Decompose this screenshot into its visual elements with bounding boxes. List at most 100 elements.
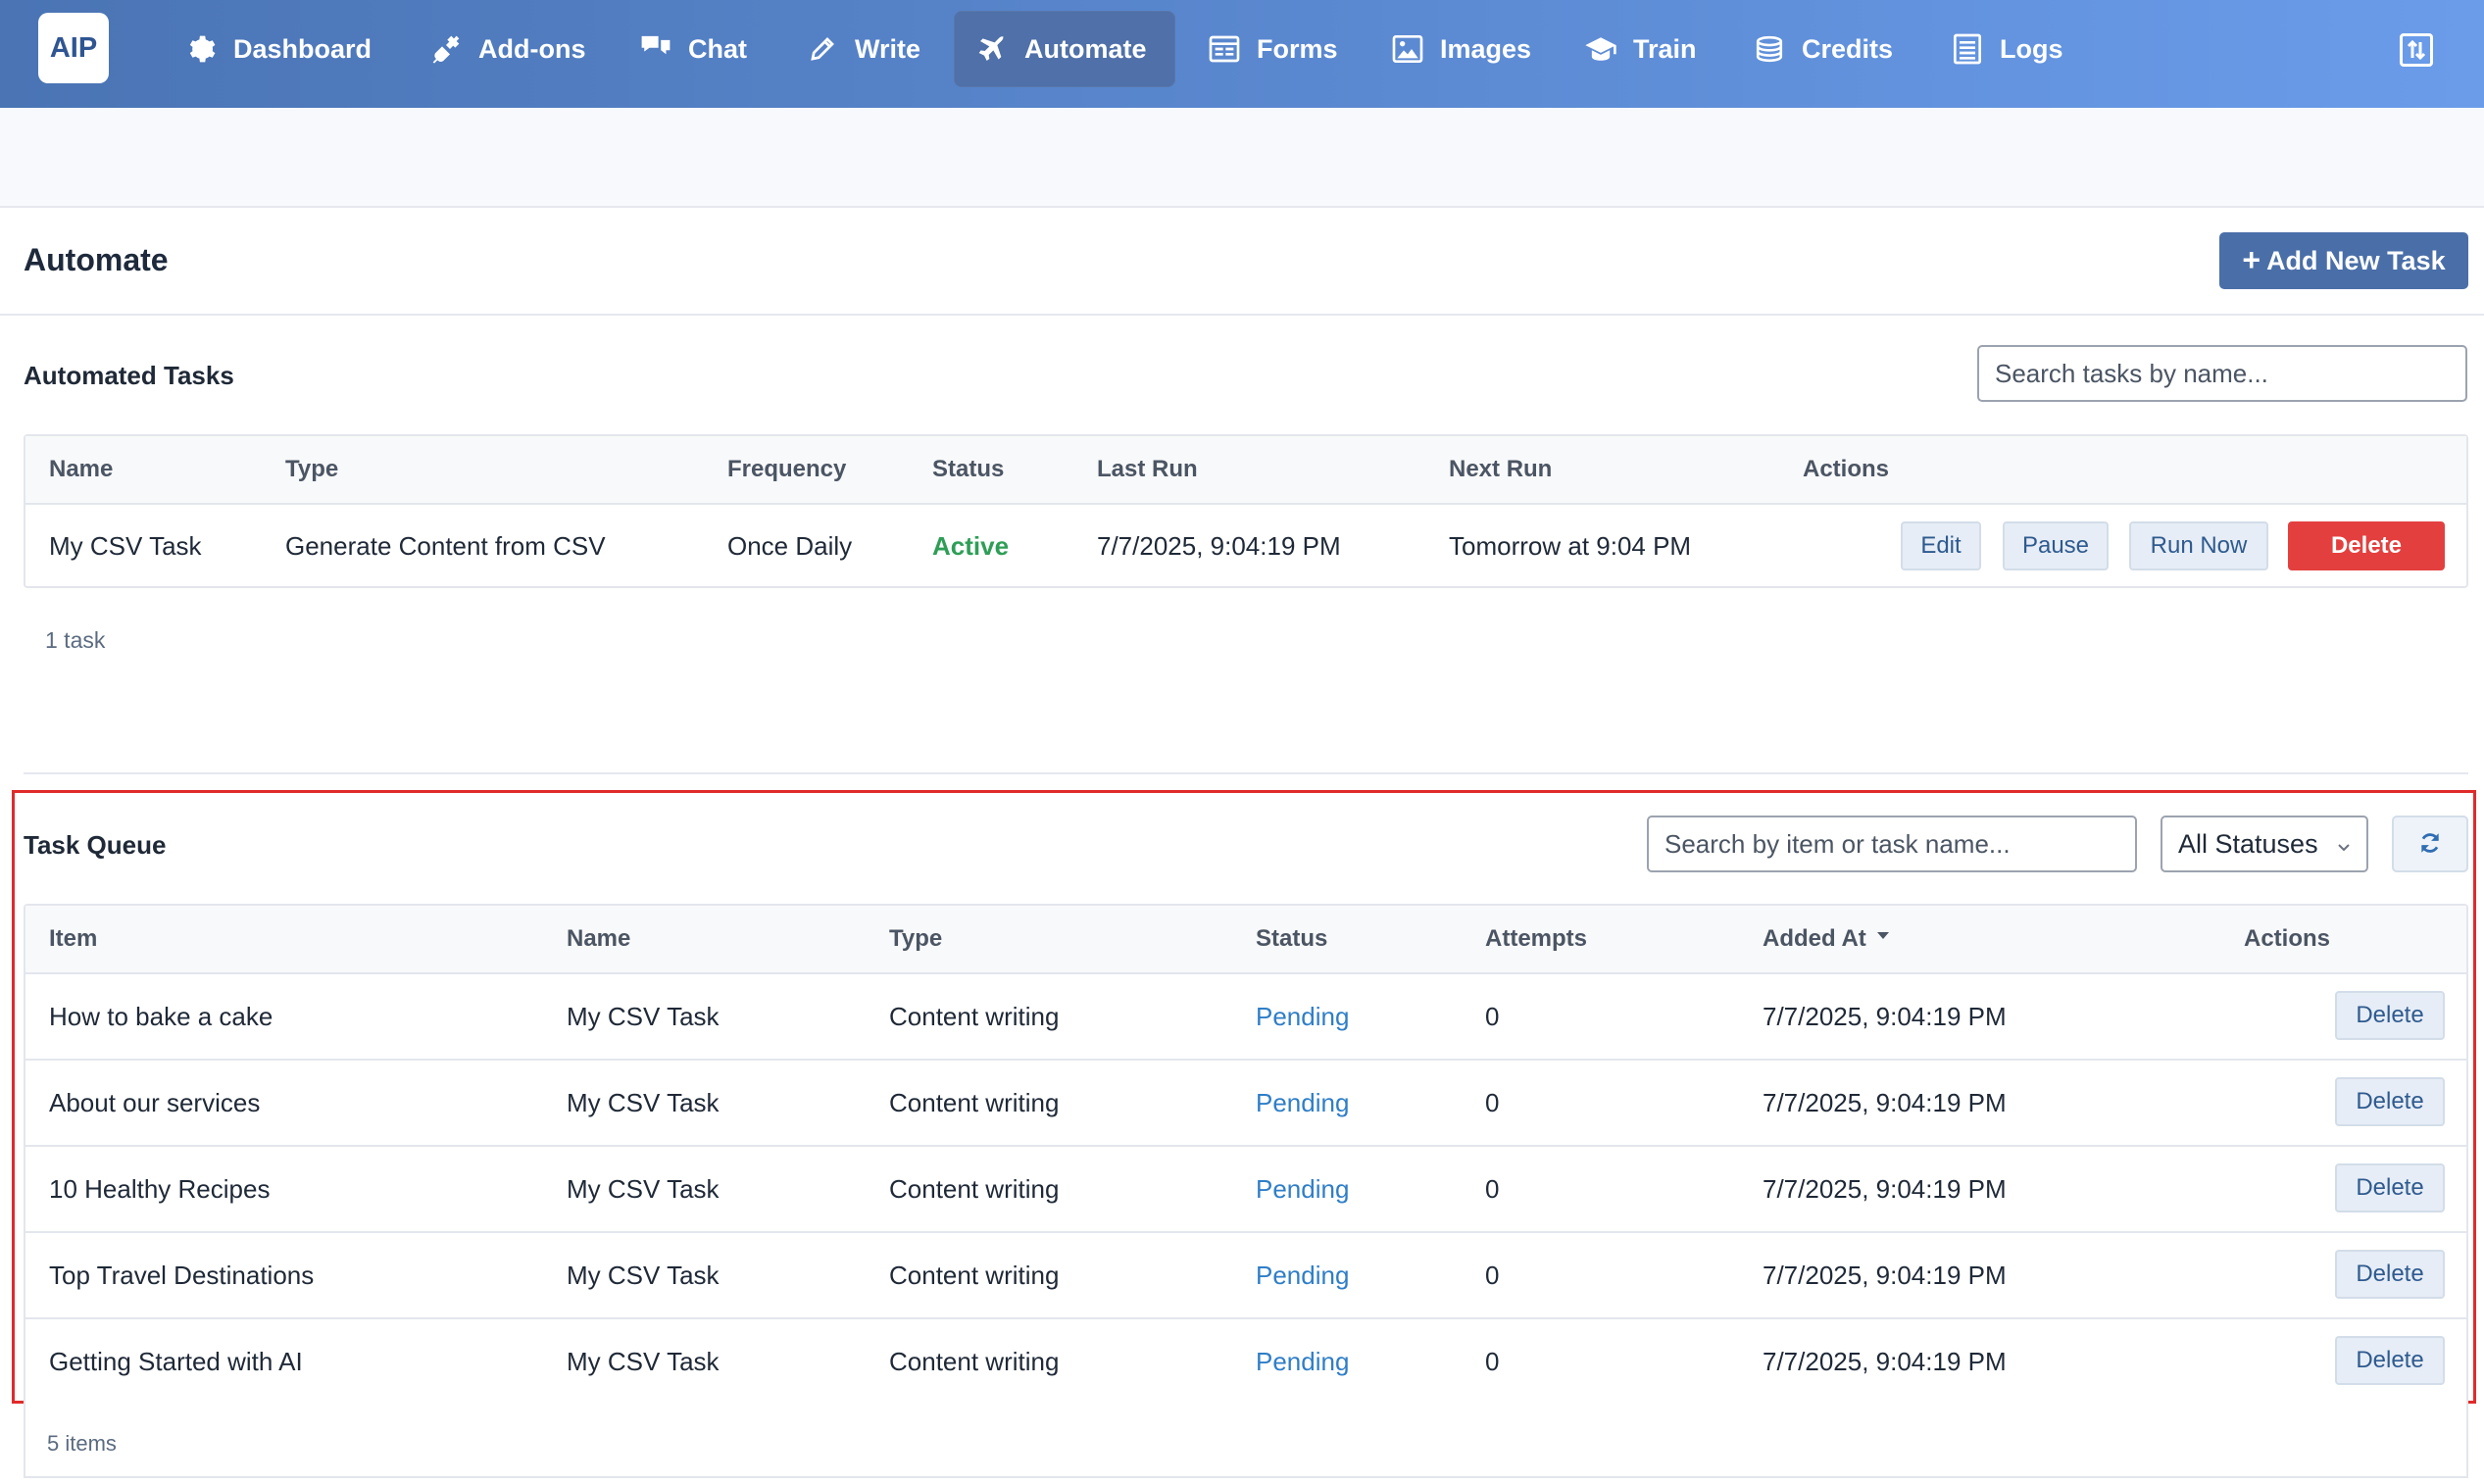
chevron-down-icon — [2337, 829, 2351, 860]
nav-label: Logs — [2000, 33, 2063, 64]
run-now-button[interactable]: Run Now — [2129, 521, 2268, 570]
sort-toggle-icon[interactable] — [2400, 33, 2433, 67]
col-name[interactable]: Name — [567, 906, 630, 972]
queue-added-at: 7/7/2025, 9:04:19 PM — [1763, 1347, 2007, 1376]
queue-search-input[interactable] — [1647, 816, 2137, 872]
status-badge: Pending — [1256, 1174, 1350, 1204]
delete-queue-item-button[interactable]: Delete — [2335, 1163, 2445, 1212]
status-badge: Pending — [1256, 1347, 1350, 1376]
nav-images[interactable]: Images — [1369, 11, 1553, 87]
task-name: My CSV Task — [49, 531, 202, 561]
queue-type: Content writing — [889, 1088, 1060, 1117]
queue-attempts: 0 — [1485, 1261, 1500, 1290]
queue-added-at: 7/7/2025, 9:04:19 PM — [1763, 1088, 2007, 1117]
col-actions: Actions — [2244, 925, 2331, 952]
queue-attempts: 0 — [1485, 1002, 1500, 1031]
section-divider — [24, 772, 2468, 774]
col-frequency[interactable]: Frequency — [727, 436, 846, 503]
status-badge: Pending — [1256, 1002, 1350, 1031]
nav-credits[interactable]: Credits — [1731, 11, 1914, 87]
col-added-at[interactable]: Added At — [1763, 906, 1890, 972]
col-item[interactable]: Item — [49, 906, 97, 972]
task-queue-title: Task Queue — [24, 830, 167, 860]
col-status[interactable]: Status — [932, 436, 1004, 503]
table-row: 10 Healthy Recipes My CSV Task Content w… — [25, 1147, 2466, 1233]
nav-label: Credits — [1802, 33, 1894, 64]
status-filter-select[interactable]: All Statuses — [2161, 816, 2368, 872]
delete-queue-item-button[interactable]: Delete — [2335, 1336, 2445, 1385]
table-row: Top Travel Destinations My CSV Task Cont… — [25, 1233, 2466, 1319]
col-type[interactable]: Type — [285, 436, 338, 503]
table-footer — [24, 1404, 2468, 1478]
queue-attempts: 0 — [1485, 1347, 1500, 1376]
sort-desc-icon — [1876, 900, 1890, 966]
nav-label: Train — [1633, 33, 1697, 64]
nav-label: Dashboard — [233, 33, 373, 64]
col-next-run[interactable]: Next Run — [1449, 436, 1552, 503]
col-name[interactable]: Name — [49, 436, 113, 503]
delete-queue-item-button[interactable]: Delete — [2335, 1250, 2445, 1299]
queue-type: Content writing — [889, 1261, 1060, 1290]
delete-queue-item-button[interactable]: Delete — [2335, 1077, 2445, 1126]
nav-label: Chat — [688, 33, 747, 64]
table-row: Getting Started with AI My CSV Task Cont… — [25, 1319, 2466, 1404]
nav-label: Add-ons — [478, 33, 586, 64]
delete-queue-item-button[interactable]: Delete — [2335, 991, 2445, 1040]
page-title: Automate — [24, 242, 169, 277]
queue-item: 10 Healthy Recipes — [49, 1174, 271, 1204]
status-badge: Pending — [1256, 1088, 1350, 1117]
table-row: How to bake a cake My CSV Task Content w… — [25, 974, 2466, 1061]
task-type: Generate Content from CSV — [285, 531, 606, 561]
queue-added-at: 7/7/2025, 9:04:19 PM — [1763, 1174, 2007, 1204]
table-row: About our services My CSV Task Content w… — [25, 1061, 2466, 1147]
col-last-run[interactable]: Last Run — [1097, 436, 1198, 503]
add-new-task-label: Add New Task — [2266, 245, 2446, 275]
col-added-at-label: Added At — [1763, 925, 1866, 952]
nav-write[interactable]: Write — [784, 11, 942, 87]
col-status[interactable]: Status — [1256, 906, 1327, 972]
table-header: Item Name Type Status Attempts Added At … — [25, 906, 2466, 974]
queue-task-name: My CSV Task — [567, 1002, 720, 1031]
col-attempts[interactable]: Attempts — [1485, 906, 1587, 972]
queue-attempts: 0 — [1485, 1088, 1500, 1117]
nav-chat[interactable]: Chat — [618, 11, 769, 87]
nav-dashboard[interactable]: Dashboard — [163, 11, 393, 87]
nav-forms[interactable]: Forms — [1186, 11, 1360, 87]
nav-train[interactable]: Train — [1563, 11, 1718, 87]
task-queue-table: Item Name Type Status Attempts Added At … — [24, 904, 2468, 1404]
table-header: Name Type Frequency Status Last Run Next… — [25, 436, 2466, 505]
col-type[interactable]: Type — [889, 906, 942, 972]
edit-button[interactable]: Edit — [1901, 521, 1981, 570]
refresh-button[interactable] — [2392, 816, 2468, 872]
queue-item: How to bake a cake — [49, 1002, 273, 1031]
nav-automate[interactable]: Automate — [954, 11, 1175, 87]
task-count: 1 task — [45, 627, 106, 653]
chat-bubbles-icon — [639, 32, 672, 66]
pencil-icon — [806, 32, 839, 66]
list-icon — [1951, 32, 1984, 66]
task-next-run: Tomorrow at 9:04 PM — [1449, 531, 1692, 561]
image-icon — [1391, 32, 1424, 66]
page-header — [0, 208, 2484, 316]
app-logo[interactable]: AIP — [38, 13, 109, 83]
queue-count: 5 items — [47, 1431, 117, 1456]
queue-type: Content writing — [889, 1002, 1060, 1031]
nav-label: Automate — [1024, 33, 1147, 64]
add-new-task-button[interactable]: + Add New Task — [2219, 232, 2468, 289]
status-filter-value: All Statuses — [2178, 828, 2318, 859]
nav-label: Images — [1440, 33, 1532, 64]
plug-icon — [429, 32, 463, 66]
task-search-input[interactable] — [1977, 345, 2467, 402]
pause-button[interactable]: Pause — [2003, 521, 2109, 570]
delete-task-button[interactable]: Delete — [2288, 521, 2445, 570]
queue-type: Content writing — [889, 1347, 1060, 1376]
nav-logs[interactable]: Logs — [1929, 11, 2085, 87]
task-frequency: Once Daily — [727, 531, 853, 561]
queue-task-name: My CSV Task — [567, 1261, 720, 1290]
table-row: My CSV Task Generate Content from CSV On… — [25, 505, 2466, 588]
nav-label: Forms — [1257, 33, 1338, 64]
status-badge: Pending — [1256, 1261, 1350, 1290]
nav-add-ons[interactable]: Add-ons — [408, 11, 607, 87]
queue-added-at: 7/7/2025, 9:04:19 PM — [1763, 1002, 2007, 1031]
header-band — [0, 108, 2484, 208]
